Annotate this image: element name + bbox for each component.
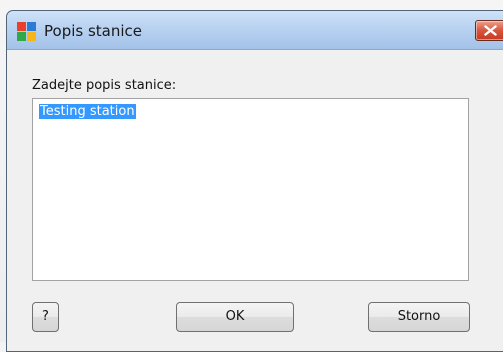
description-selected-text: Testing station	[39, 104, 136, 119]
description-textarea[interactable]: Testing station	[32, 98, 469, 281]
dialog-window: Popis stanice Zadejte popis stanice: Tes…	[6, 10, 503, 352]
description-prompt-label: Zadejte popis stanice:	[32, 78, 177, 93]
help-button[interactable]: ?	[32, 302, 59, 332]
close-icon	[484, 25, 497, 36]
close-button[interactable]	[475, 20, 503, 41]
avg-logo-icon	[17, 22, 36, 41]
window-title: Popis stanice	[44, 22, 142, 40]
title-bar[interactable]: Popis stanice	[7, 11, 503, 49]
cancel-button[interactable]: Storno	[368, 302, 470, 332]
dialog-body: Zadejte popis stanice: Testing station ?…	[7, 49, 503, 351]
ok-button[interactable]: OK	[176, 302, 294, 332]
